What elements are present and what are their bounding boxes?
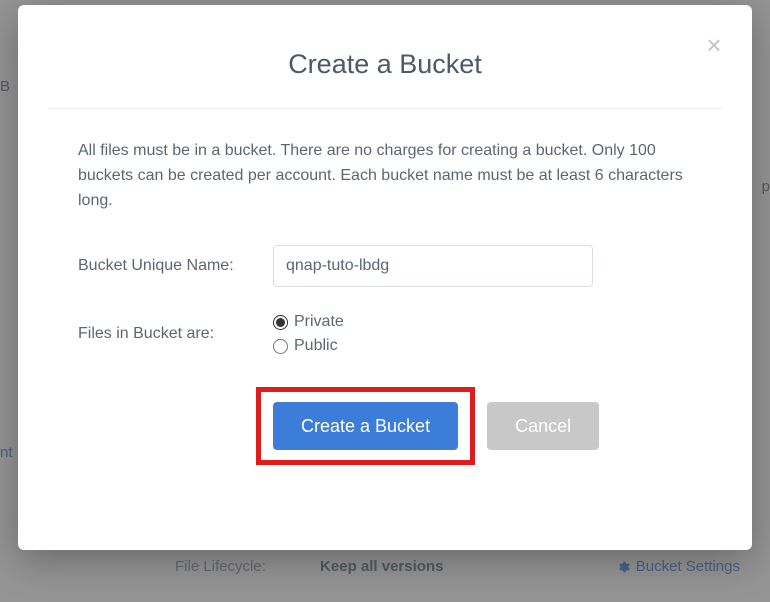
visibility-public-radio[interactable]	[273, 339, 288, 354]
visibility-private-radio[interactable]	[273, 315, 288, 330]
cancel-button[interactable]: Cancel	[487, 402, 599, 450]
visibility-private-label[interactable]: Private	[294, 313, 344, 331]
divider	[48, 108, 722, 109]
visibility-row: Files in Bucket are: Private Public	[48, 313, 722, 361]
visibility-public-label[interactable]: Public	[294, 337, 338, 355]
modal-description: All files must be in a bucket. There are…	[48, 139, 722, 213]
create-bucket-button[interactable]: Create a Bucket	[273, 402, 458, 450]
button-row: Create a Bucket Cancel	[48, 387, 722, 465]
close-icon[interactable]: ×	[702, 35, 726, 59]
create-button-highlight: Create a Bucket	[256, 387, 475, 465]
visibility-label: Files in Bucket are:	[78, 313, 273, 343]
bucket-name-row: Bucket Unique Name:	[48, 245, 722, 287]
modal-title: Create a Bucket	[48, 49, 722, 80]
bucket-name-input[interactable]	[273, 245, 593, 287]
create-bucket-modal: × Create a Bucket All files must be in a…	[18, 5, 752, 550]
bucket-name-label: Bucket Unique Name:	[78, 257, 273, 275]
